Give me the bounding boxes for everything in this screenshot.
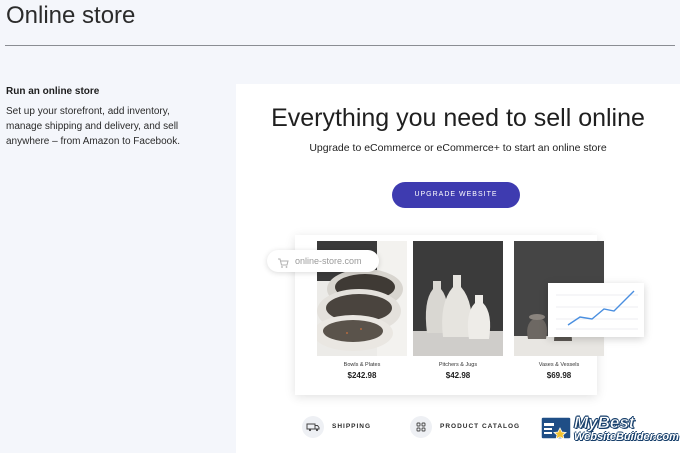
title-divider — [5, 45, 675, 46]
product-price: $242.98 — [347, 371, 377, 380]
hero-subtitle: Upgrade to eCommerce or eCommerce+ to st… — [309, 142, 607, 154]
section-heading: Run an online store — [6, 86, 100, 97]
product-image-pitchers — [413, 241, 503, 356]
product-price: $69.98 — [546, 371, 572, 380]
product-name: Bowls & Plates — [343, 362, 381, 368]
feature-label: PRODUCT CATALOG — [440, 423, 521, 430]
store-url-text: online-store.com — [295, 256, 362, 266]
browser-icon — [540, 416, 572, 440]
store-url-pill: online-store.com — [267, 250, 379, 272]
watermark-logo: MyBest WebsiteBuilder.com — [540, 413, 679, 447]
section-description: Set up your storefront, add inventory, m… — [6, 106, 180, 147]
cart-icon — [277, 255, 289, 277]
product-card: Pitchers & Jugs $42.98 — [413, 241, 503, 380]
trend-line — [567, 290, 635, 326]
analytics-chart-card — [548, 283, 644, 337]
product-name: Pitchers & Jugs — [438, 362, 478, 368]
product-price: $42.98 — [445, 371, 471, 380]
watermark-line1: MyBest — [574, 413, 635, 433]
product-name: Vases & Vessels — [538, 362, 580, 368]
hero-title: Everything you need to sell online — [271, 104, 645, 132]
grid-icon — [410, 416, 432, 438]
upgrade-website-button[interactable]: UPGRADE WEBSITE — [392, 182, 520, 208]
truck-icon — [302, 416, 324, 438]
upgrade-panel: Everything you need to sell online Upgra… — [236, 84, 680, 453]
watermark-line2: WebsiteBuilder.com — [574, 431, 679, 443]
feature-label: SHIPPING — [332, 423, 372, 430]
page-title: Online store — [6, 2, 136, 29]
